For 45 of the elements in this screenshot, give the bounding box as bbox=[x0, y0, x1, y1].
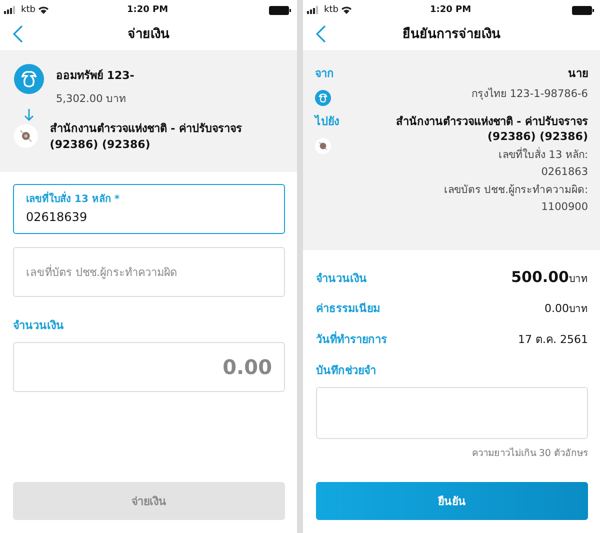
battery-icon bbox=[572, 6, 594, 14]
status-time: 1:20 PM bbox=[430, 5, 472, 15]
payment-detail: เลขบัตร ปชช.ผู้กระทำความผิด: bbox=[444, 183, 588, 198]
signal-icon bbox=[307, 6, 321, 14]
summary-label: ค่าธรรมเนียม bbox=[316, 301, 380, 317]
memo-label: บันทึกช่วยจำ bbox=[316, 363, 377, 379]
summary-label: จำนวนเงิน bbox=[316, 271, 367, 287]
memo-hint: ความยาวไม่เกิน 30 ตัวอักษร bbox=[472, 446, 588, 460]
account-balance: 5,302.00 บาท bbox=[56, 92, 128, 107]
from-label: จาก bbox=[315, 66, 334, 82]
back-icon[interactable] bbox=[316, 24, 326, 42]
summary-value: 0.00บาท bbox=[544, 301, 588, 316]
payment-detail: 1100900 bbox=[541, 201, 588, 213]
summary-label: วันที่ทำรายการ bbox=[316, 330, 387, 348]
amount-label: จำนวนเงิน bbox=[13, 318, 65, 334]
input-field[interactable]: เลขที่ใบสั่ง 13 หลัก * 02618639 bbox=[13, 184, 285, 234]
screen-title: ยืนยันการจ่ายเงิน bbox=[402, 26, 500, 44]
payee-name: สำนักงานตำรวจแห่งชาติ - ค่าปรับจราจร (92386) (92386) bbox=[50, 121, 244, 153]
emblem-icon bbox=[315, 138, 331, 154]
summary-value: 17 ต.ค. 2561 bbox=[518, 332, 588, 348]
input-field[interactable]: เลขที่บัตร ปชช.ผู้กระทำความผิด bbox=[13, 247, 285, 297]
carrier-name: ktb bbox=[324, 5, 338, 15]
memo-field[interactable] bbox=[316, 387, 588, 439]
confirm-button[interactable]: ยืนยัน bbox=[316, 482, 588, 520]
payment-detail: 0261863 bbox=[541, 166, 588, 178]
battery-icon bbox=[268, 6, 291, 14]
amount-field[interactable]: 0.00 bbox=[13, 342, 285, 392]
screen-title: จ่ายเงิน bbox=[128, 26, 170, 44]
bank-logo-icon bbox=[315, 90, 331, 106]
status-time: 1:20 PM bbox=[126, 5, 168, 15]
carrier-name: ktb bbox=[21, 5, 36, 15]
down-arrow-icon bbox=[24, 109, 34, 121]
summary-value: 500.00บาท bbox=[511, 268, 588, 286]
sender-name: นาย bbox=[568, 66, 588, 82]
sender-account: กรุงไทย 123-1-98786-6 bbox=[471, 86, 588, 102]
payee-name: สำนักงานตำรวจแห่งชาติ - ค่าปรับจราจร (92386) (92386) bbox=[394, 114, 588, 143]
back-icon[interactable] bbox=[13, 24, 23, 42]
wifi-icon bbox=[341, 6, 352, 14]
signal-icon bbox=[4, 6, 18, 14]
payment-detail: เลขที่ใบสั่ง 13 หลัก: bbox=[498, 146, 588, 163]
emblem-icon bbox=[14, 121, 38, 151]
wifi-icon bbox=[38, 6, 50, 14]
to-label: ไปยัง bbox=[315, 114, 339, 130]
bank-logo-icon bbox=[14, 64, 44, 94]
account-name: ออมทรัพย์ 123- bbox=[56, 68, 134, 84]
